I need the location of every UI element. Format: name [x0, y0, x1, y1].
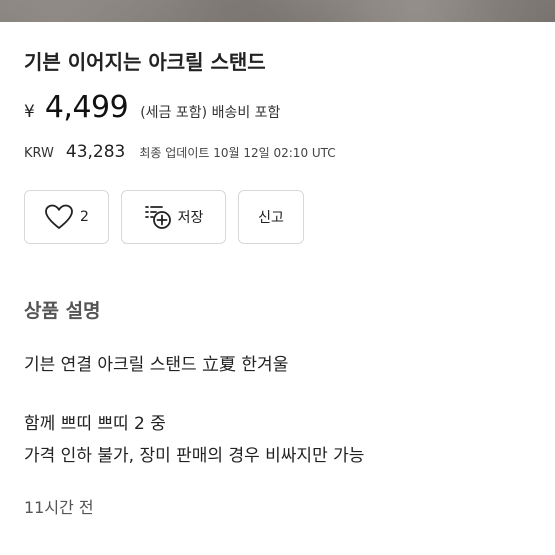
last-updated: 최종 업데이트 10월 12일 02:10 UTC: [139, 146, 336, 160]
product-photo[interactable]: [0, 0, 555, 22]
posted-time: 11시간 전: [24, 498, 94, 517]
currency-symbol: ¥: [24, 102, 35, 122]
price: 4,499: [44, 90, 129, 125]
product-title: 기븐 이어지는 아크릴 스탠드: [24, 50, 266, 74]
report-button[interactable]: 신고: [238, 190, 304, 244]
product-page: 기븐 이어지는 아크릴 스탠드 ¥ 4,499 (세금 포함) 배송비 포함 K…: [0, 0, 555, 555]
krw-label: KRW: [24, 146, 54, 161]
heart-icon: [44, 204, 74, 230]
like-button[interactable]: 2: [24, 190, 109, 244]
save-button[interactable]: 저장: [121, 190, 226, 244]
save-label: 저장: [177, 210, 204, 226]
krw-value: 43,283: [65, 142, 126, 162]
description-heading: 상품 설명: [24, 300, 101, 322]
krw-row: KRW 43,283 최종 업데이트 10월 12일 02:10 UTC: [24, 142, 336, 162]
tax-shipping-note: (세금 포함) 배송비 포함: [140, 105, 281, 121]
description-line: 함께 쁘띠 쁘띠 2 중: [24, 414, 166, 434]
description-line: 가격 인하 불가, 장미 판매의 경우 비싸지만 가능: [24, 446, 365, 466]
description-line: 기븐 연결 아크릴 스탠드 立夏 한겨울: [24, 355, 289, 375]
add-to-list-icon: [144, 204, 172, 230]
price-row: ¥ 4,499 (세금 포함) 배송비 포함: [24, 90, 280, 125]
report-label: 신고: [258, 210, 284, 226]
like-count: 2: [80, 209, 89, 225]
